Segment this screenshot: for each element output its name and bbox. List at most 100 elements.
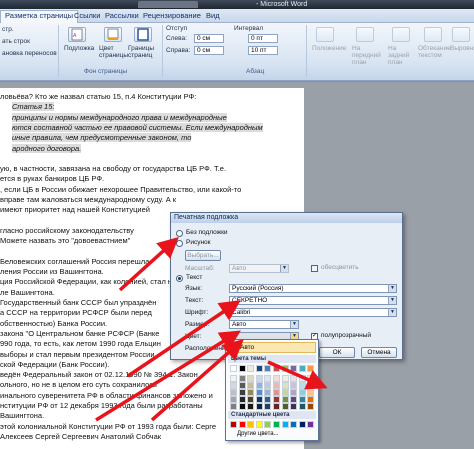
theme-color-shade-swatch[interactable] [298, 396, 306, 403]
text-watermark-label[interactable]: Текст [186, 274, 202, 282]
theme-color-swatch[interactable] [238, 365, 246, 372]
theme-color-swatch[interactable] [281, 365, 289, 372]
watermark-button[interactable]: A [68, 27, 86, 42]
position-button[interactable] [316, 27, 334, 42]
ok-button[interactable]: ОК [319, 347, 355, 358]
page-color-button[interactable] [104, 27, 122, 42]
standard-color-swatch[interactable] [238, 421, 246, 428]
font-dropdown[interactable]: Calibri ▼ [229, 308, 397, 317]
theme-color-shade-swatch[interactable] [238, 375, 246, 382]
theme-color-shade-swatch[interactable] [290, 389, 298, 396]
theme-color-shade-swatch[interactable] [307, 403, 315, 410]
theme-color-shade-swatch[interactable] [264, 403, 272, 410]
theme-color-shade-swatch[interactable] [264, 375, 272, 382]
tab-page-layout[interactable]: Разметка страницы [0, 10, 79, 23]
standard-color-swatch[interactable] [307, 421, 315, 428]
theme-color-swatch[interactable] [307, 365, 315, 372]
spacing-before-input[interactable]: 0 пт [248, 34, 278, 43]
send-backward-label[interactable]: На задний план [388, 45, 416, 66]
theme-color-shade-swatch[interactable] [255, 375, 263, 382]
standard-color-swatch[interactable] [298, 421, 306, 428]
theme-color-shade-swatch[interactable] [290, 396, 298, 403]
size-dropdown[interactable]: Авто ▼ [229, 320, 299, 329]
semitransparent-label[interactable]: полупрозрачный [321, 332, 371, 340]
theme-color-shade-swatch[interactable] [307, 382, 315, 389]
no-watermark-radio[interactable] [176, 230, 183, 237]
theme-color-shade-swatch[interactable] [255, 403, 263, 410]
theme-color-swatch[interactable] [298, 365, 306, 372]
send-backward-button[interactable] [392, 27, 410, 42]
theme-color-shade-swatch[interactable] [281, 396, 289, 403]
washout-checkbox[interactable] [311, 265, 318, 272]
ribbon-left-item[interactable]: стр. [2, 26, 14, 34]
indent-right-input[interactable]: 0 см [194, 46, 224, 55]
theme-color-swatch[interactable] [230, 365, 237, 372]
page-color-label[interactable]: Цвет страницы [99, 45, 129, 59]
tab-references[interactable]: Ссылки [74, 11, 100, 21]
align-button[interactable] [452, 27, 470, 42]
standard-color-swatch[interactable] [264, 421, 272, 428]
theme-color-shade-swatch[interactable] [230, 389, 237, 396]
theme-color-swatch[interactable] [255, 365, 263, 372]
theme-color-shade-swatch[interactable] [255, 396, 263, 403]
theme-color-shade-swatch[interactable] [264, 382, 272, 389]
theme-color-shade-swatch[interactable] [264, 389, 272, 396]
theme-color-shade-swatch[interactable] [273, 396, 280, 403]
language-dropdown[interactable]: Русский (Россия) ▼ [229, 284, 397, 293]
theme-color-shade-swatch[interactable] [247, 375, 255, 382]
theme-color-shade-swatch[interactable] [298, 389, 306, 396]
theme-color-shade-swatch[interactable] [247, 403, 255, 410]
theme-color-shade-swatch[interactable] [307, 389, 315, 396]
tab-review[interactable]: Рецензирование [143, 11, 201, 21]
standard-color-swatch[interactable] [255, 421, 263, 428]
text-wrap-button[interactable] [424, 27, 442, 42]
theme-color-shade-swatch[interactable] [281, 375, 289, 382]
scale-dropdown[interactable]: Авто ▼ [229, 264, 289, 273]
text-wrap-label[interactable]: Обтекание текстом [418, 45, 451, 59]
theme-color-shade-swatch[interactable] [281, 382, 289, 389]
standard-color-swatch[interactable] [247, 421, 255, 428]
bring-forward-button[interactable] [356, 27, 374, 42]
picture-watermark-radio[interactable] [176, 240, 183, 247]
theme-color-shade-swatch[interactable] [230, 396, 237, 403]
theme-color-shade-swatch[interactable] [238, 396, 246, 403]
auto-color-option[interactable]: Авто [228, 342, 316, 353]
align-label[interactable]: Выровнять [450, 45, 474, 53]
indent-left-input[interactable]: 0 см [194, 34, 224, 43]
theme-color-shade-swatch[interactable] [290, 403, 298, 410]
tab-mailings[interactable]: Рассылки [105, 11, 139, 21]
theme-color-shade-swatch[interactable] [273, 389, 280, 396]
taskbar-doc-tab[interactable] [138, 1, 198, 8]
theme-color-shade-swatch[interactable] [307, 396, 315, 403]
theme-color-shade-swatch[interactable] [298, 375, 306, 382]
theme-color-shade-swatch[interactable] [247, 389, 255, 396]
theme-color-shade-swatch[interactable] [247, 382, 255, 389]
theme-color-shade-swatch[interactable] [238, 403, 246, 410]
spacing-after-input[interactable]: 10 пт [248, 46, 278, 55]
ribbon-left-item[interactable]: ановка переносов [2, 50, 57, 58]
picture-watermark-label[interactable]: Рисунок [186, 239, 211, 247]
theme-color-swatch[interactable] [273, 365, 280, 372]
theme-color-shade-swatch[interactable] [298, 382, 306, 389]
page-borders-label[interactable]: Границы страниц [128, 45, 160, 59]
text-combobox[interactable]: СЕКРЕТНО ▼ [229, 296, 397, 305]
theme-color-shade-swatch[interactable] [230, 382, 237, 389]
no-watermark-label[interactable]: Без подложки [186, 229, 228, 237]
more-colors-option[interactable]: Другие цвета... [228, 430, 279, 438]
text-watermark-radio[interactable] [176, 275, 183, 282]
standard-color-swatch[interactable] [290, 421, 298, 428]
theme-color-shade-swatch[interactable] [230, 375, 237, 382]
standard-color-swatch[interactable] [230, 421, 237, 428]
washout-label[interactable]: обесцветить [321, 264, 359, 272]
ribbon-left-item[interactable]: ать строк [2, 38, 30, 46]
tab-view[interactable]: Вид [206, 11, 220, 21]
theme-color-swatch[interactable] [264, 365, 272, 372]
theme-color-shade-swatch[interactable] [230, 403, 237, 410]
cancel-button[interactable]: Отмена [361, 347, 397, 358]
theme-color-shade-swatch[interactable] [238, 389, 246, 396]
theme-color-shade-swatch[interactable] [273, 403, 280, 410]
bring-forward-label[interactable]: На передний план [352, 45, 382, 66]
select-picture-button[interactable]: Выбрать... [185, 250, 221, 261]
theme-color-shade-swatch[interactable] [255, 389, 263, 396]
theme-color-shade-swatch[interactable] [298, 403, 306, 410]
